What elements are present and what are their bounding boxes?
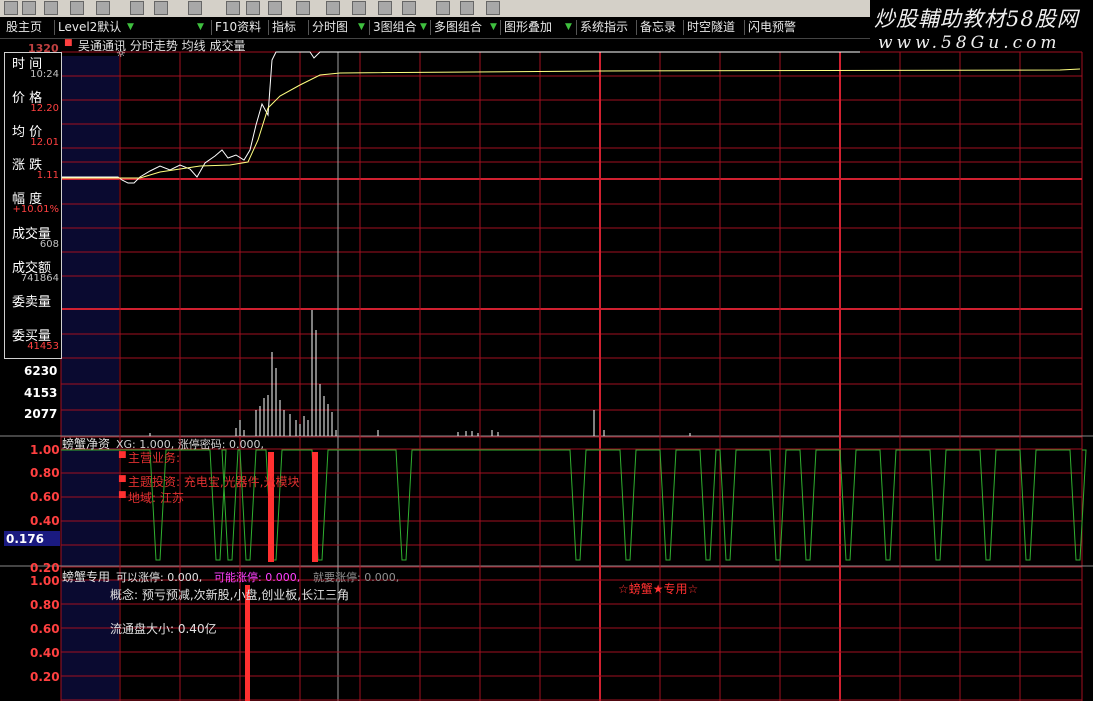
info-value: 741864 bbox=[20, 273, 59, 284]
main-chart-title: 吴通通讯 分时走势 均线 成交量 bbox=[78, 39, 246, 53]
panel2-title: 螃蟹净资 bbox=[62, 437, 111, 451]
info-value: 608 bbox=[39, 239, 59, 250]
panel2-note-1: 主营业务: bbox=[128, 451, 181, 465]
panel3-param-1: 可以涨停: 0.000, bbox=[116, 571, 203, 584]
panel2-note-3: 地域: 江苏 bbox=[128, 491, 184, 505]
info-panel: 时 间 10:24 价 格 12.20 均 价 12.01 涨 跌 1.11 幅 度 +10.01… bbox=[4, 52, 62, 359]
float-size-text: 流通盘大小: 0.40亿 bbox=[110, 622, 217, 636]
info-value: 12.20 bbox=[30, 103, 59, 114]
panel3-title: 螃蟹专用 bbox=[62, 570, 111, 584]
panel3-tick-5: 0.20 bbox=[30, 670, 60, 684]
volume-tick-2: 4153 bbox=[24, 386, 58, 400]
panel3-tick-2: 0.80 bbox=[30, 598, 60, 612]
bullet-icon: ■ bbox=[118, 474, 127, 484]
panel3-tick-3: 0.60 bbox=[30, 622, 60, 636]
panel3-tick-4: 0.40 bbox=[30, 646, 60, 660]
panel2-tick-2: 0.80 bbox=[30, 466, 60, 480]
cursor-value: 0.176 bbox=[6, 532, 44, 546]
panel2-tick-4: 0.40 bbox=[30, 514, 60, 528]
volume-tick-1: 6230 bbox=[24, 364, 58, 378]
bullet-icon: ■ bbox=[118, 450, 127, 460]
panel2-tick-3: 0.60 bbox=[30, 490, 60, 504]
red-signal-bar bbox=[312, 452, 318, 562]
panel2-tick-1: 1.00 bbox=[30, 443, 60, 457]
signal-line bbox=[61, 449, 1087, 561]
panel3-param-2: 可能涨停: 0.000, bbox=[214, 571, 301, 584]
special-badge: ☆螃蟹★专用☆ bbox=[618, 582, 699, 596]
left-shade bbox=[61, 448, 119, 566]
info-value: 12.01 bbox=[30, 137, 59, 148]
info-value: 10:24 bbox=[30, 69, 59, 80]
info-value: 41453 bbox=[27, 341, 59, 352]
panel3-tick-1: 1.00 bbox=[30, 574, 60, 588]
panel2-tick-5: 0.20 bbox=[30, 561, 60, 575]
info-label: 委卖量 bbox=[12, 295, 52, 310]
red-signal-bar bbox=[268, 452, 274, 562]
bullet-icon: ■ bbox=[118, 490, 127, 500]
left-shade bbox=[61, 56, 119, 436]
panel3-param-3: 就要涨停: 0.000, bbox=[313, 571, 400, 584]
panel2-note-2: 主题投资: 充电宝,光器件,光模块 bbox=[128, 475, 300, 489]
concept-text: 概念: 预亏预减,次新股,小盘,创业板,长江三角 bbox=[110, 588, 350, 602]
info-value: +10.01% bbox=[12, 204, 59, 215]
volume-tick-3: 2077 bbox=[24, 407, 58, 421]
title-marker-icon: ■ bbox=[64, 38, 73, 48]
sun-icon: ☼ bbox=[116, 47, 126, 60]
info-value: 1.11 bbox=[36, 170, 59, 181]
